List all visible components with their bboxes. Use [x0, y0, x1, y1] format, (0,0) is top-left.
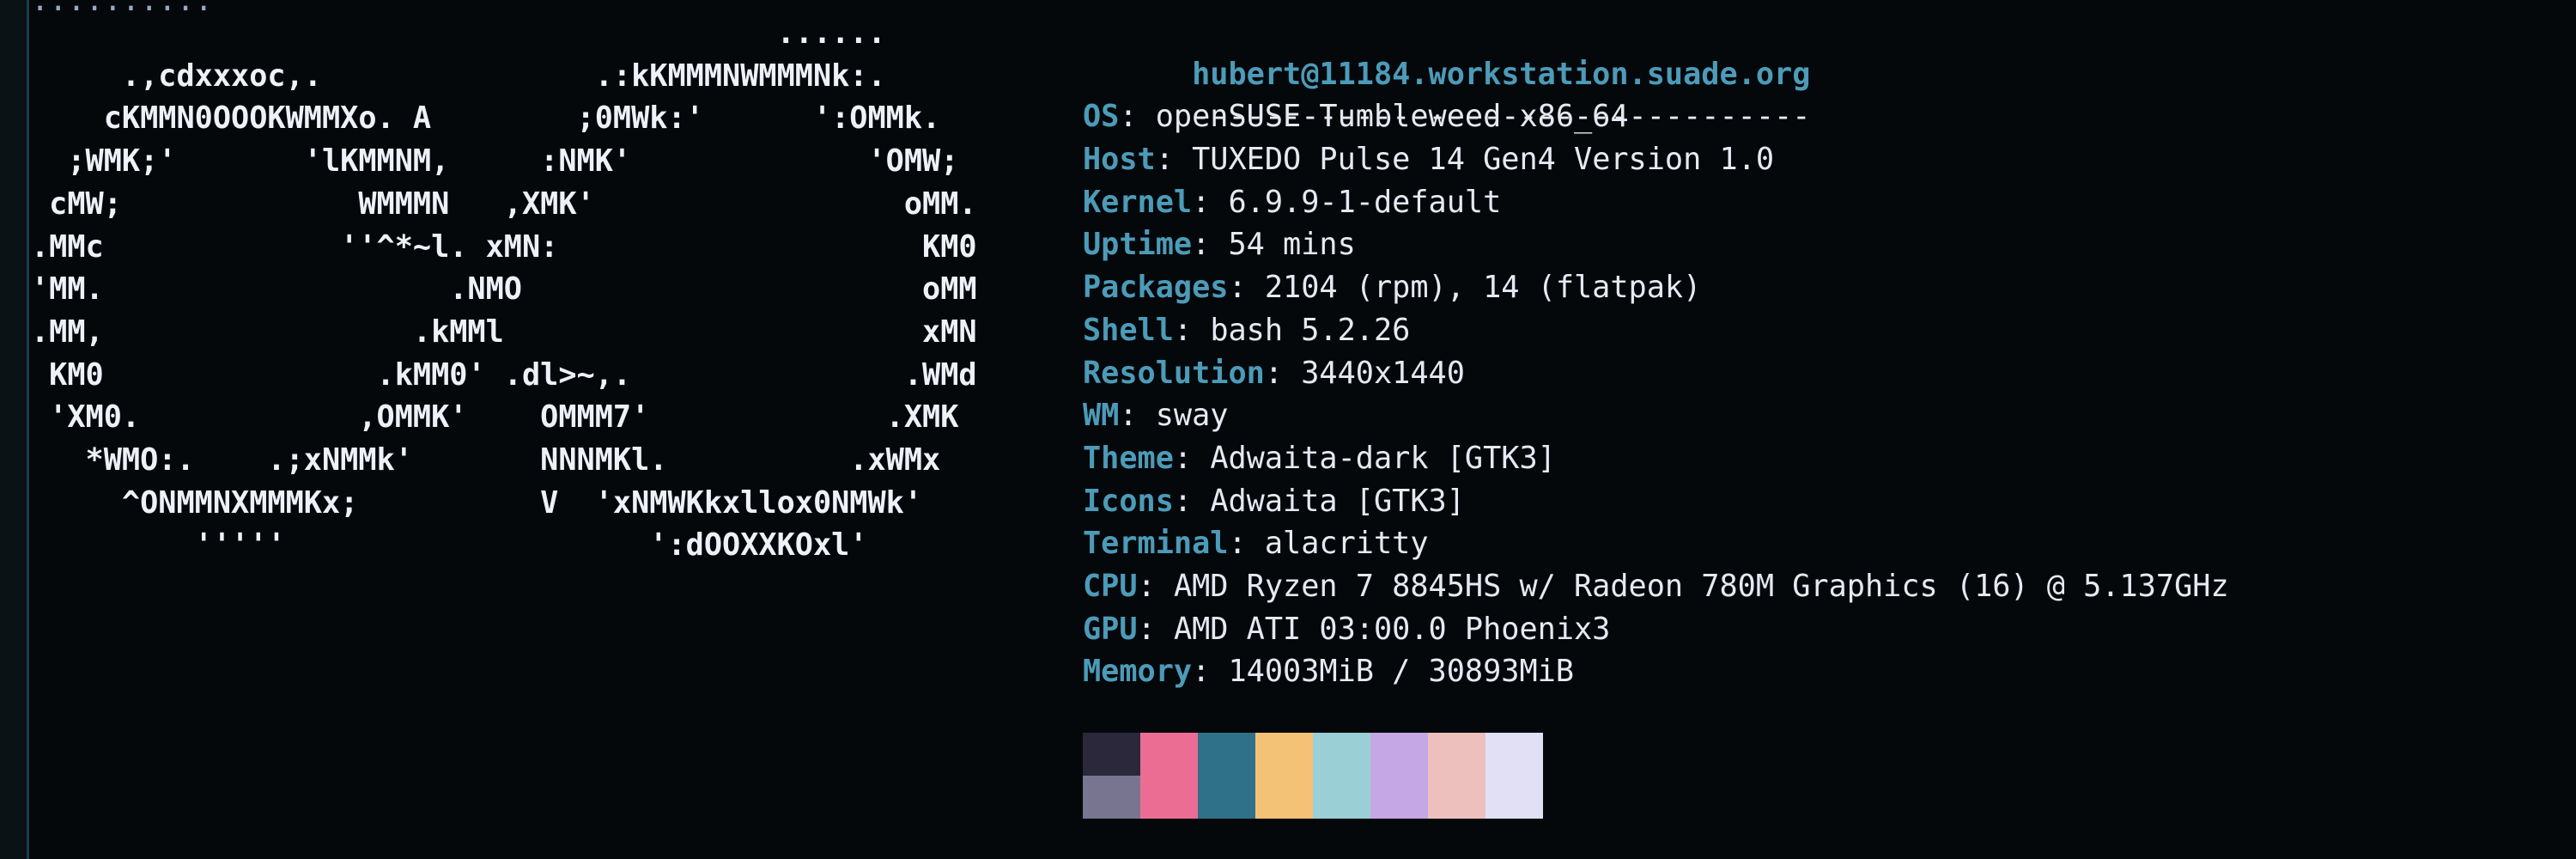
info-value: 6.9.9-1-default [1228, 184, 1502, 220]
info-value: 54 mins [1228, 227, 1356, 263]
color-swatch-normal [1140, 733, 1198, 776]
info-value: Adwaita-dark [GTK3] [1210, 440, 1556, 476]
color-swatch-normal [1313, 733, 1370, 776]
info-key: OS [1083, 99, 1120, 135]
palette-column-4 [1313, 733, 1370, 819]
palette-column-2 [1198, 733, 1255, 819]
info-value: AMD ATI 03:00.0 Phoenix3 [1173, 611, 1611, 647]
info-colon: : [1173, 440, 1211, 476]
info-row-shell: Shell: bash 5.2.26 [1083, 309, 2229, 352]
info-row-gpu: GPU: AMD ATI 03:00.0 Phoenix3 [1083, 608, 2229, 651]
info-key: Uptime [1083, 227, 1193, 263]
fetch-title-line: hubert@11184.workstation.suade.org [1083, 10, 2229, 92]
info-colon: : [1137, 568, 1174, 604]
info-row-packages: Packages: 2104 (rpm), 14 (flatpak) [1083, 266, 2229, 309]
terminal-window[interactable]: .......... ...... .,cdxxxoc,. .:kKMMMNWM… [0, 0, 2576, 859]
info-row-memory: Memory: 14003MiB / 30893MiB [1083, 650, 2229, 693]
info-colon: : [1155, 142, 1193, 178]
palette-column-6 [1428, 733, 1485, 819]
info-value: bash 5.2.26 [1210, 312, 1411, 348]
info-key: CPU [1083, 568, 1138, 604]
info-key: Memory [1083, 654, 1193, 690]
info-value: AMD Ryzen 7 8845HS w/ Radeon 780M Graphi… [1173, 568, 2229, 604]
window-left-border [0, 0, 29, 859]
color-swatch-normal [1485, 733, 1543, 776]
info-key: Packages [1083, 270, 1229, 306]
palette-column-3 [1255, 733, 1313, 819]
info-value: 14003MiB / 30893MiB [1228, 654, 1574, 690]
color-swatch-bright [1485, 776, 1543, 819]
palette-column-7 [1485, 733, 1543, 819]
info-row-theme: Theme: Adwaita-dark [GTK3] [1083, 437, 2229, 480]
color-swatch-bright [1313, 776, 1370, 819]
info-value: TUXEDO Pulse 14 Gen4 Version 1.0 [1192, 142, 1775, 178]
info-key: Terminal [1083, 526, 1229, 562]
palette-column-5 [1370, 733, 1428, 819]
color-swatch-normal [1198, 733, 1255, 776]
color-swatch-bright [1140, 776, 1198, 819]
color-swatch-bright [1083, 776, 1140, 819]
color-swatch-bright [1370, 776, 1428, 819]
info-value: alacritty [1264, 526, 1429, 562]
info-key: GPU [1083, 611, 1138, 647]
info-key: Icons [1083, 483, 1174, 519]
color-swatch-normal [1428, 733, 1485, 776]
info-colon: : [1264, 355, 1302, 391]
info-key: WM [1083, 398, 1120, 434]
info-value: openSUSE Tumbleweed x86_64 [1155, 99, 1629, 135]
info-colon: : [1173, 483, 1211, 519]
info-value: 2104 (rpm), 14 (flatpak) [1264, 270, 1702, 306]
info-colon: : [1228, 526, 1265, 562]
palette-column-1 [1140, 733, 1198, 819]
info-row-wm: WM: sway [1083, 394, 2229, 437]
info-colon: : [1192, 227, 1229, 263]
info-colon: : [1173, 312, 1211, 348]
system-info-panel: hubert@11184.workstation.suade.org -----… [1083, 10, 2229, 693]
info-key: Host [1083, 142, 1156, 178]
color-swatch-bright [1428, 776, 1485, 819]
color-swatch-bright [1198, 776, 1255, 819]
system-info-list: OS: openSUSE Tumbleweed x86_64 Host: TUXE… [1083, 95, 2229, 693]
user-host-title: hubert@11184.workstation.suade.org [1192, 56, 1811, 92]
info-row-resolution: Resolution: 3440x1440 [1083, 352, 2229, 395]
info-value: 3440x1440 [1301, 355, 1465, 391]
info-key: Shell [1083, 312, 1174, 348]
color-swatch-normal [1370, 733, 1428, 776]
info-key: Theme [1083, 440, 1174, 476]
info-colon: : [1192, 184, 1229, 220]
color-swatch-bright [1255, 776, 1313, 819]
color-swatch-normal [1083, 733, 1140, 776]
info-value: sway [1155, 398, 1229, 434]
info-key: Kernel [1083, 184, 1193, 220]
info-value: Adwaita [GTK3] [1210, 483, 1465, 519]
palette-column-0 [1083, 733, 1140, 819]
info-key: Resolution [1083, 355, 1265, 391]
info-colon: : [1119, 398, 1156, 434]
info-colon: : [1137, 611, 1174, 647]
info-row-uptime: Uptime: 54 mins [1083, 223, 2229, 266]
info-row-kernel: Kernel: 6.9.9-1-default [1083, 181, 2229, 224]
info-row-cpu: CPU: AMD Ryzen 7 8845HS w/ Radeon 780M G… [1083, 565, 2229, 608]
info-colon: : [1192, 654, 1229, 690]
info-colon: : [1119, 99, 1156, 135]
info-row-host: Host: TUXEDO Pulse 14 Gen4 Version 1.0 [1083, 138, 2229, 181]
color-palette [1083, 733, 1543, 819]
opensuse-ascii-logo: ...... .,cdxxxoc,. .:kKMMMNWMMMNk:. cKMM… [31, 15, 977, 564]
info-colon: : [1228, 270, 1265, 306]
info-row-terminal: Terminal: alacritty [1083, 522, 2229, 565]
info-row-icons: Icons: Adwaita [GTK3] [1083, 480, 2229, 523]
color-swatch-normal [1255, 733, 1313, 776]
